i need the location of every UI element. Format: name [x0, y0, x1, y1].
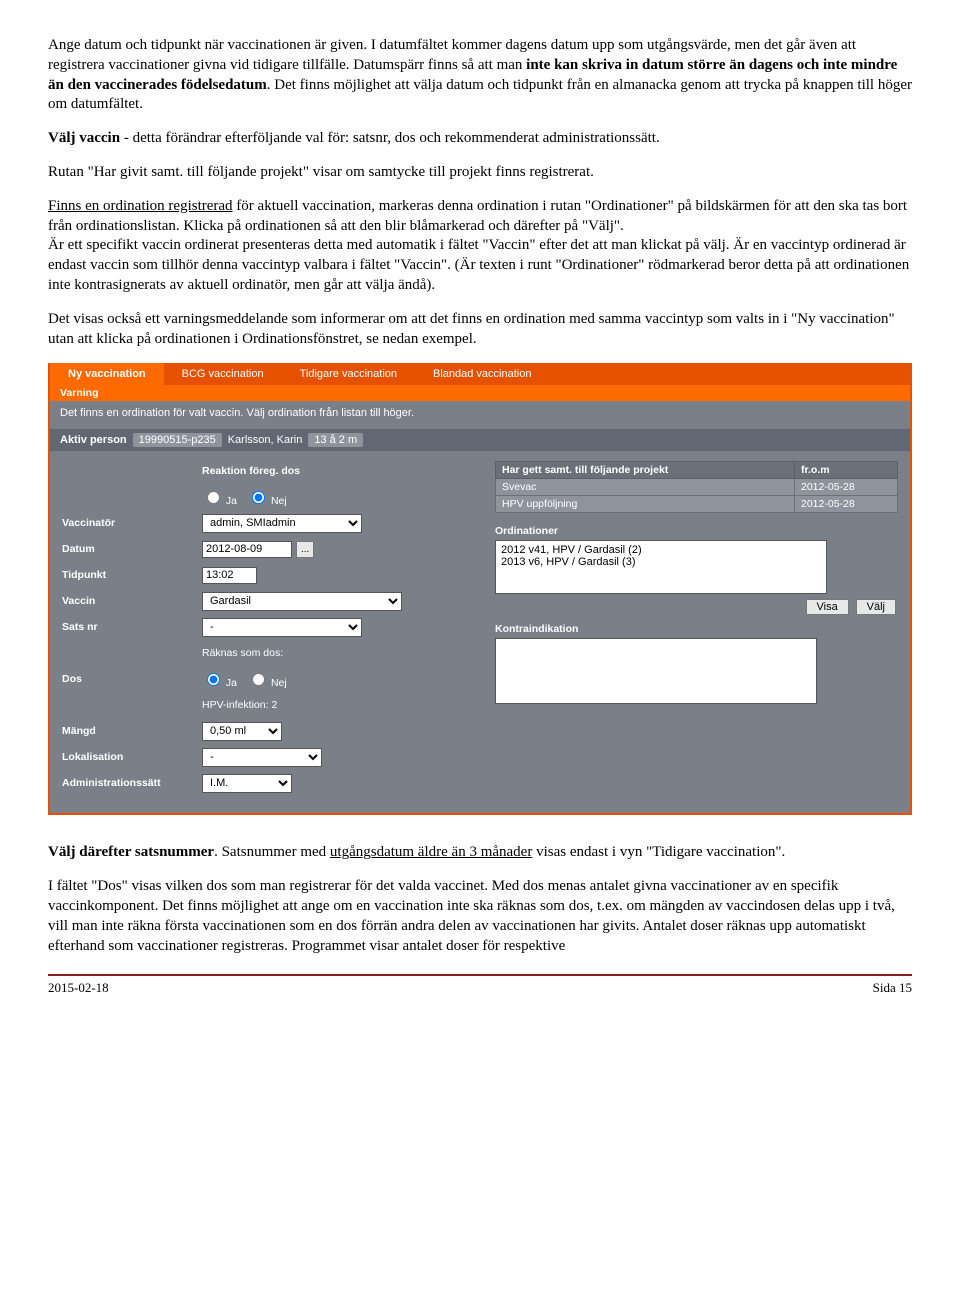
ord-label: Ordinationer [495, 525, 898, 537]
warning-text: Det finns en ordination för valt vaccin.… [50, 401, 910, 429]
lbl-dos: Dos [62, 673, 202, 685]
hpv-info: HPV-infektion: 2 [202, 699, 277, 711]
aktiv-name: Karlsson, Karin [228, 434, 303, 446]
vaccinator-select[interactable]: admin, SMIadmin [202, 514, 362, 533]
aktiv-label: Aktiv person [60, 434, 127, 446]
samtycke-table: Har gett samt. till följande projekt fr.… [495, 461, 898, 513]
p2b: - detta förändrar efterföljande val för:… [120, 130, 660, 146]
warning-header: Varning [50, 385, 910, 401]
p6c: utgångsdatum äldre än 3 månader [330, 844, 532, 860]
satsnr-select[interactable]: - [202, 618, 362, 637]
reaktion-nej[interactable]: Nej [247, 488, 287, 507]
tab-blandad[interactable]: Blandad vaccination [415, 363, 549, 385]
ord-buttons: Visa Välj [495, 599, 896, 615]
paragraph-1: Ange datum och tidpunkt när vaccinatione… [48, 36, 912, 115]
page-footer: 2015-02-18 Sida 15 [48, 974, 912, 996]
from-header: fr.o.m [795, 462, 898, 479]
lbl-datum: Datum [62, 543, 202, 555]
table-row: HPV uppföljning 2012-05-28 [496, 496, 898, 513]
vaccin-select[interactable]: Gardasil [202, 592, 402, 611]
p4a: Finns en ordination registrerad [48, 198, 233, 214]
tab-bcg[interactable]: BCG vaccination [164, 363, 282, 385]
aktiv-pnr: 19990515-p235 [133, 433, 222, 447]
datum-input[interactable] [202, 541, 292, 558]
table-row: Svevac 2012-05-28 [496, 479, 898, 496]
raknas-label: Räknas som dos: [202, 647, 283, 659]
lbl-vaccin: Vaccin [62, 595, 202, 607]
reaktion-label: Reaktion föreg. dos [202, 465, 300, 477]
aktiv-age: 13 å 2 m [308, 433, 363, 447]
lbl-admin: Administrationssätt [62, 777, 202, 789]
vaccination-form-screenshot: Ny vaccination BCG vaccination Tidigare … [48, 363, 912, 815]
kontra-label: Kontraindikation [495, 623, 898, 635]
dos-ja[interactable]: Ja [202, 670, 237, 689]
paragraph-3: Rutan "Har givit samt. till följande pro… [48, 163, 912, 183]
form-area: Reaktion föreg. dos Ja Nej Vaccinatör ad… [50, 451, 910, 813]
paragraph-2: Välj vaccin - detta förändrar efterfölja… [48, 129, 912, 149]
lbl-mangd: Mängd [62, 725, 202, 737]
lbl-vaccinator: Vaccinatör [62, 517, 202, 529]
datepicker-button[interactable]: ... [296, 541, 314, 558]
left-column: Reaktion föreg. dos Ja Nej Vaccinatör ad… [62, 461, 465, 799]
p6b: . Satsnummer med [214, 844, 330, 860]
active-person-bar: Aktiv person 19990515-p235 Karlsson, Kar… [50, 429, 910, 451]
p4c: Är ett specifikt vaccin ordinerat presen… [48, 237, 909, 293]
right-column: Har gett samt. till följande projekt fr.… [495, 461, 898, 799]
paragraph-6: Välj därefter satsnummer. Satsnummer med… [48, 843, 912, 863]
reaktion-radios: Ja Nej [202, 488, 287, 507]
lbl-tidpunkt: Tidpunkt [62, 569, 202, 581]
footer-page: Sida 15 [873, 980, 912, 996]
paragraph-5: Det visas också ett varningsmeddelande s… [48, 310, 912, 350]
p2a: Välj vaccin [48, 130, 120, 146]
list-item[interactable]: 2013 v6, HPV / Gardasil (3) [501, 556, 821, 568]
dos-nej[interactable]: Nej [247, 670, 287, 689]
visa-button[interactable]: Visa [806, 599, 849, 615]
mangd-select[interactable]: 0,50 ml [202, 722, 282, 741]
valj-button[interactable]: Välj [856, 599, 896, 615]
admin-select[interactable]: I.M. [202, 774, 292, 793]
footer-date: 2015-02-18 [48, 980, 109, 996]
paragraph-4: Finns en ordination registrerad för aktu… [48, 197, 912, 296]
lbl-lokal: Lokalisation [62, 751, 202, 763]
dos-radios: Ja Nej [202, 670, 287, 689]
tab-tidigare[interactable]: Tidigare vaccination [282, 363, 415, 385]
tab-ny-vaccination[interactable]: Ny vaccination [50, 363, 164, 385]
paragraph-7: I fältet "Dos" visas vilken dos som man … [48, 877, 912, 956]
kontra-box[interactable] [495, 638, 817, 704]
tidpunkt-input[interactable] [202, 567, 257, 584]
reaktion-ja[interactable]: Ja [202, 488, 237, 507]
p6d: visas endast i vyn "Tidigare vaccination… [532, 844, 785, 860]
lokal-select[interactable]: - [202, 748, 322, 767]
samtycke-header: Har gett samt. till följande projekt [496, 462, 795, 479]
list-item[interactable]: 2012 v41, HPV / Gardasil (2) [501, 544, 821, 556]
tab-bar: Ny vaccination BCG vaccination Tidigare … [50, 363, 910, 385]
lbl-satsnr: Sats nr [62, 621, 202, 633]
p6a: Välj därefter satsnummer [48, 844, 214, 860]
ordinationer-list[interactable]: 2012 v41, HPV / Gardasil (2) 2013 v6, HP… [495, 540, 827, 594]
